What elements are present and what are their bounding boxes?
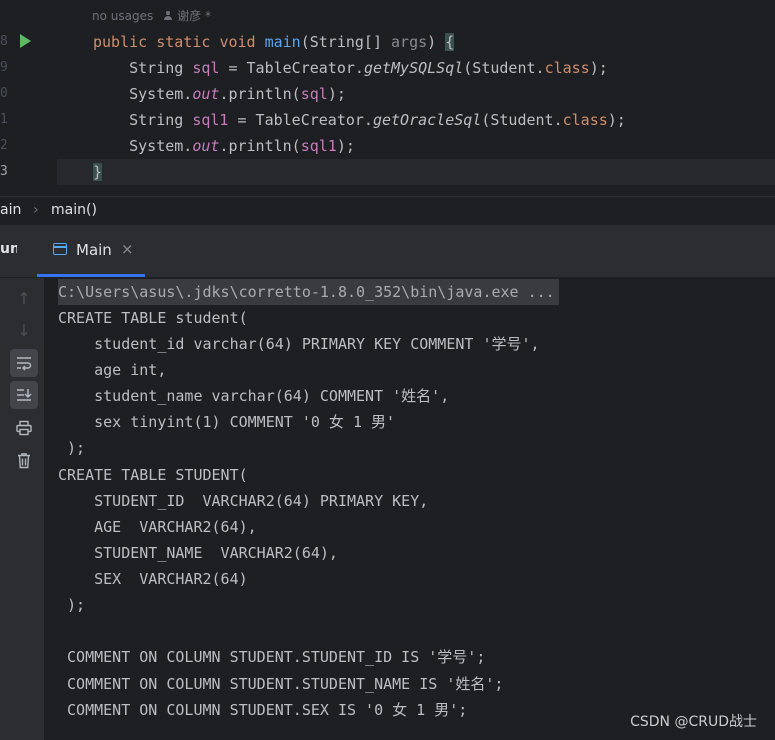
run-main-icon[interactable] — [20, 34, 31, 48]
keyword: static — [156, 33, 211, 51]
code-line[interactable]: System.out.println(sql1); — [57, 133, 775, 159]
variable: sql — [192, 59, 220, 77]
console-line: student_id varchar(64) PRIMARY KEY COMME… — [58, 335, 540, 353]
watermark: CSDN @CRUD战士 — [630, 714, 757, 730]
variable: sql — [300, 85, 328, 103]
code-text: String — [129, 111, 193, 129]
print-icon[interactable] — [10, 414, 38, 442]
run-tool-window: un Main × ↑ ↓ C:\Users\asus\.jdks\corret… — [0, 225, 775, 740]
code-text: (Student. — [481, 111, 563, 129]
keyword: void — [219, 33, 256, 51]
console-line: COMMENT ON COLUMN STUDENT.STUDENT_NAME I… — [58, 675, 504, 693]
static-field: out — [192, 137, 220, 155]
method-name: main — [264, 33, 301, 51]
brace: { — [445, 33, 455, 51]
soft-wrap-icon[interactable] — [10, 349, 38, 377]
console-line: AGE VARCHAR2(64), — [58, 518, 257, 536]
code-text: ); — [336, 137, 355, 155]
keyword: class — [544, 59, 590, 77]
author-name: 谢彦 * — [177, 9, 212, 23]
code-editor[interactable]: 8 9 0 1 2 3 no usages 谢彦 * public static … — [0, 0, 775, 196]
console-line: ); — [58, 596, 86, 614]
line-number: 8 — [0, 34, 8, 49]
code-text: String — [129, 59, 193, 77]
code-text: System. — [129, 85, 193, 103]
keyword: public — [93, 33, 148, 51]
trash-glyph — [18, 452, 30, 468]
static-call: getOracleSql — [372, 111, 482, 129]
tab-main[interactable]: Main × — [37, 225, 145, 277]
code-text: ); — [327, 85, 346, 103]
usages-text: no usages — [92, 9, 154, 23]
static-field: out — [192, 85, 220, 103]
console-line: sex tinyint(1) COMMENT '0 女 1 男' — [58, 413, 396, 431]
line-number: 1 — [0, 112, 8, 127]
console-line: COMMENT ON COLUMN STUDENT.STUDENT_ID IS … — [58, 648, 486, 666]
code-text: ); — [589, 59, 608, 77]
console-line: age int, — [58, 361, 167, 379]
console-line: STUDENT_ID VARCHAR2(64) PRIMARY KEY, — [58, 492, 429, 510]
active-tab-indicator — [37, 274, 145, 277]
static-call: getMySQLSql — [363, 59, 464, 77]
code-text: ) — [427, 33, 446, 51]
run-window-title: un — [0, 241, 17, 257]
scroll-to-end-icon[interactable] — [10, 381, 38, 409]
keyword: class — [562, 111, 608, 129]
code-line[interactable]: public static void main(String[] args) { — [57, 29, 775, 55]
code-text: = TableCreator. — [228, 111, 373, 129]
editor-gutter: 8 9 0 1 2 3 — [0, 0, 54, 196]
user-icon — [163, 11, 173, 21]
variable: sql1 — [192, 111, 229, 129]
breadcrumb-file[interactable]: ain — [0, 202, 21, 218]
breadcrumb-method[interactable]: main() — [51, 202, 97, 218]
soft-wrap-glyph — [17, 357, 32, 371]
print-glyph — [16, 420, 32, 436]
tab-main-label: Main — [76, 241, 112, 259]
console-line: ); — [58, 439, 86, 457]
line-number: 2 — [0, 138, 8, 153]
scroll-to-end-glyph — [17, 389, 32, 401]
code-line[interactable]: String sql = TableCreator.getMySQLSql(St… — [57, 55, 775, 81]
line-number: 3 — [0, 164, 8, 179]
code-text: = TableCreator. — [219, 59, 364, 77]
code-text: .println( — [219, 137, 301, 155]
console-line: student_name varchar(64) COMMENT '姓名', — [58, 387, 450, 405]
console-line: CREATE TABLE student( — [58, 309, 248, 327]
code-text: (Student. — [463, 59, 545, 77]
line-number: 0 — [0, 86, 8, 101]
code-text: System. — [129, 137, 193, 155]
close-icon[interactable]: × — [121, 240, 134, 258]
console-line: COMMENT ON COLUMN STUDENT.SEX IS '0 女 1 … — [58, 701, 468, 719]
console-icon — [53, 243, 67, 255]
code-text: (String[] — [300, 33, 392, 51]
code-line[interactable]: String sql1 = TableCreator.getOracleSql(… — [57, 107, 775, 133]
run-header: un Main × — [0, 225, 775, 278]
usages-hint[interactable]: no usages 谢彦 * — [92, 4, 211, 28]
up-arrow-icon[interactable]: ↑ — [10, 284, 38, 312]
brace: } — [93, 163, 103, 181]
console-command-line[interactable]: C:\Users\asus\.jdks\corretto-1.8.0_352\b… — [58, 279, 559, 305]
console-line: CREATE TABLE STUDENT( — [58, 466, 248, 484]
code-text: .println( — [219, 85, 301, 103]
code-text: ); — [607, 111, 626, 129]
console-output[interactable]: C:\Users\asus\.jdks\corretto-1.8.0_352\b… — [45, 278, 775, 740]
breadcrumb: ain › main() — [0, 196, 775, 225]
line-number: 9 — [0, 60, 8, 75]
trash-icon[interactable] — [10, 446, 38, 474]
variable: sql1 — [300, 137, 337, 155]
parameter: args — [391, 33, 428, 51]
run-toolbar: ↑ ↓ — [0, 278, 45, 740]
console-line: SEX VARCHAR2(64) — [58, 570, 248, 588]
down-arrow-icon[interactable]: ↓ — [10, 316, 38, 344]
code-line-current[interactable]: } — [57, 159, 775, 185]
code-line[interactable]: System.out.println(sql); — [57, 81, 775, 107]
breadcrumb-separator: › — [33, 202, 39, 218]
console-line: STUDENT_NAME VARCHAR2(64), — [58, 544, 338, 562]
